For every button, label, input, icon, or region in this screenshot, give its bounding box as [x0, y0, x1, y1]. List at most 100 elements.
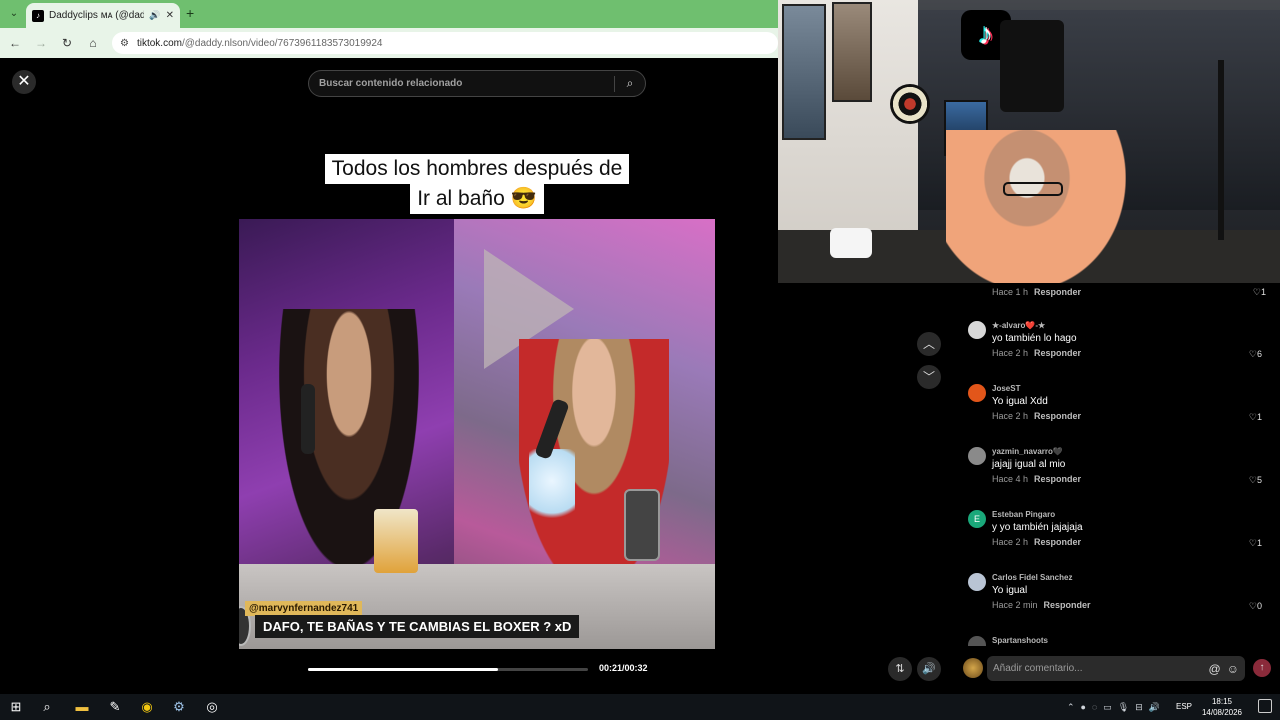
- comment-user[interactable]: Carlos Fidel Sanchez: [992, 573, 1072, 582]
- tray-app-icon[interactable]: ●: [1080, 702, 1085, 712]
- tray-mic-icon[interactable]: 🎙: [1118, 702, 1129, 713]
- like-count[interactable]: ♡1: [1253, 287, 1266, 298]
- omnibox[interactable]: ⚙ tiktok.com/@daddy.nlson/video/76739611…: [112, 32, 778, 54]
- comment-avatar[interactable]: [968, 321, 986, 339]
- clock[interactable]: 18:15 14/08/2026: [1202, 696, 1242, 718]
- mic-arm-figure: [1218, 60, 1224, 240]
- comment-meta: Hace 2 h Responder: [992, 537, 1082, 547]
- volume-icon[interactable]: 🔊: [917, 657, 941, 681]
- language-indicator[interactable]: ESP: [1176, 702, 1192, 711]
- like-count[interactable]: ♡0: [1249, 601, 1262, 612]
- address-bar-row: ← → ↻ ⌂ ⚙ tiktok.com/@daddy.nlson/video/…: [0, 28, 778, 58]
- webcam-poster-2: [832, 2, 872, 102]
- comment-user[interactable]: yazmin_navarro🖤: [992, 447, 1063, 456]
- related-search-input[interactable]: Buscar contenido relacionado ⌕: [308, 70, 646, 97]
- like-count[interactable]: ♡5: [1249, 475, 1262, 486]
- close-video-button[interactable]: ✕: [12, 70, 36, 94]
- tray-volume-icon[interactable]: 🔊: [1149, 702, 1160, 713]
- notification-icon[interactable]: [1258, 699, 1272, 713]
- system-tray: ⌃ ● ◌ ▭ 🎙 ⊟ 🔊: [1067, 694, 1160, 720]
- browser-tabbar: ⌄ ♪ Daddyclips ᴍᴀ (@daddy.nlso 🔊 ✕ +: [0, 0, 778, 28]
- comment-avatar[interactable]: [968, 636, 986, 646]
- tab-title: Daddyclips ᴍᴀ (@daddy.nlso: [49, 10, 145, 21]
- comment-avatar[interactable]: [968, 573, 986, 591]
- hanging-shirt-figure: [1000, 20, 1064, 112]
- obs-icon[interactable]: ◎: [203, 698, 221, 716]
- video-frame: [239, 219, 715, 649]
- autoscroll-icon[interactable]: ⇅: [888, 657, 912, 681]
- like-count[interactable]: ♡1: [1249, 412, 1262, 423]
- url-text[interactable]: tiktok.com/@daddy.nlson/video/7673961183…: [137, 38, 383, 49]
- comment-placeholder: Añadir comentario...: [993, 663, 1083, 674]
- comment-text: yo también lo hago: [992, 333, 1077, 344]
- reply-link[interactable]: Responder: [1034, 411, 1081, 421]
- file-explorer-icon[interactable]: ▬: [73, 698, 91, 716]
- windows-start-icon[interactable]: ⊞: [7, 698, 25, 716]
- comment-meta: Hace 2 h Responder: [992, 348, 1082, 358]
- tab-close-icon[interactable]: ✕: [166, 10, 174, 21]
- tray-steam-icon[interactable]: ◌: [1092, 702, 1097, 712]
- creator-handle: @marvynfernandez741: [245, 601, 363, 616]
- site-settings-icon[interactable]: ⚙: [120, 38, 129, 49]
- next-video-down-icon[interactable]: ﹀: [917, 365, 941, 389]
- comment-meta: Hace 2 min Responder: [992, 600, 1091, 610]
- comments-panel[interactable]: Hace 1 h Responder ♡1 ★-alvaro❤️-★ yo tam…: [960, 283, 1280, 646]
- comment-item: ★-alvaro❤️-★ yo también lo hago Hace 2 h…: [968, 321, 1268, 381]
- like-count[interactable]: ♡6: [1249, 349, 1262, 360]
- comment-user[interactable]: Spartanshoots: [992, 636, 1048, 645]
- home-icon[interactable]: ⌂: [86, 36, 100, 50]
- webcam-lamp: [830, 228, 872, 258]
- comment-text: jajajj igual al mio: [992, 459, 1066, 470]
- mention-icon[interactable]: @: [1209, 662, 1221, 676]
- emoji-icon[interactable]: ☺: [1227, 662, 1239, 676]
- video-time: 00:21/00:32: [599, 663, 648, 673]
- comment-user[interactable]: JoseST: [992, 384, 1020, 393]
- comment-item: Carlos Fidel Sanchez Yo igual Hace 2 min…: [968, 573, 1268, 633]
- comment-item: Spartanshoots: [968, 636, 1268, 646]
- app-icon[interactable]: ✎: [106, 698, 124, 716]
- tab-audio-icon[interactable]: 🔊: [149, 10, 160, 21]
- comment-text: Yo igual Xdd: [992, 396, 1048, 407]
- tray-network-icon[interactable]: ⊟: [1135, 702, 1143, 713]
- tab-search-chevron-icon[interactable]: ⌄: [6, 6, 22, 22]
- webcam-overlay: ♪: [778, 0, 1280, 283]
- comment-meta: Hace 4 h Responder: [992, 474, 1082, 484]
- comment-avatar[interactable]: E: [968, 510, 986, 528]
- tray-chevron-icon[interactable]: ⌃: [1067, 702, 1075, 713]
- can-prop: [374, 509, 418, 573]
- comment-avatar[interactable]: [968, 384, 986, 402]
- cotton-candy-figure: [529, 449, 575, 529]
- progress-bar[interactable]: [308, 668, 588, 671]
- reload-icon[interactable]: ↻: [60, 36, 74, 50]
- previous-video-up-icon[interactable]: ︿: [917, 332, 941, 356]
- new-tab-plus-icon[interactable]: +: [186, 5, 194, 21]
- reply-link[interactable]: Responder: [1034, 537, 1081, 547]
- comment-item: yazmin_navarro🖤 jajajj igual al mio Hace…: [968, 447, 1268, 507]
- comment-text: y yo también jajajaja: [992, 522, 1083, 533]
- comment-user[interactable]: Esteban Pingaro: [992, 510, 1055, 519]
- browser-tab[interactable]: ♪ Daddyclips ᴍᴀ (@daddy.nlso 🔊 ✕: [26, 3, 180, 28]
- search-icon[interactable]: ⌕: [615, 76, 645, 91]
- reply-link[interactable]: Responder: [1034, 348, 1081, 358]
- microphone-left: [301, 384, 315, 454]
- comment-user[interactable]: ★-alvaro❤️-★: [992, 321, 1045, 330]
- comment-avatar[interactable]: [968, 447, 986, 465]
- reply-link[interactable]: Responder: [1034, 287, 1081, 297]
- reply-link[interactable]: Responder: [1044, 600, 1091, 610]
- send-comment-icon[interactable]: ↑: [1253, 659, 1271, 677]
- search-icon[interactable]: ⌕: [38, 698, 56, 716]
- caption-line-1: Todos los hombres después de: [324, 154, 630, 184]
- reply-link[interactable]: Responder: [1034, 474, 1081, 484]
- forward-arrow-icon[interactable]: →: [34, 36, 48, 50]
- phone-prop: [624, 489, 660, 561]
- comment-input[interactable]: Añadir comentario... @ ☺: [987, 656, 1245, 681]
- screen: ⌄ ♪ Daddyclips ᴍᴀ (@daddy.nlso 🔊 ✕ + ← →…: [0, 0, 1280, 720]
- search-placeholder: Buscar contenido relacionado: [319, 78, 463, 89]
- user-avatar[interactable]: [963, 658, 983, 678]
- steam-icon[interactable]: ⚙: [170, 698, 188, 716]
- video-player[interactable]: Buscar contenido relacionado ⌕ Todos los…: [239, 58, 715, 694]
- tray-monitor-icon[interactable]: ▭: [1103, 702, 1112, 713]
- like-count[interactable]: ♡1: [1249, 538, 1262, 549]
- chrome-icon[interactable]: ◉: [138, 698, 156, 716]
- back-arrow-icon[interactable]: ←: [8, 36, 22, 50]
